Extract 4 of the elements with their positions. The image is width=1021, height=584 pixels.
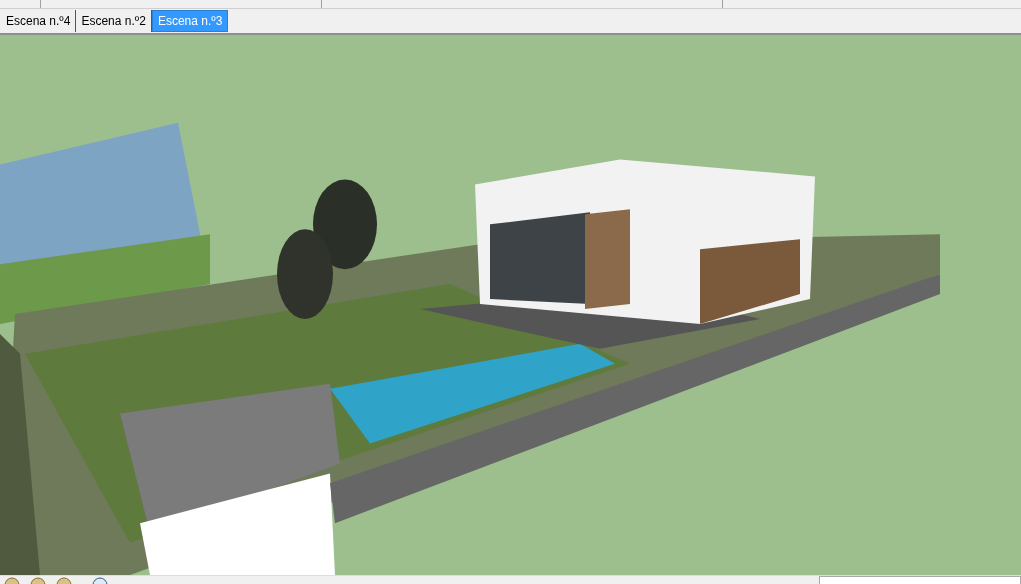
status-icon[interactable] [4, 576, 20, 584]
status-icon[interactable] [30, 576, 46, 584]
status-icon[interactable] [56, 576, 72, 584]
help-icon[interactable] [92, 576, 108, 584]
